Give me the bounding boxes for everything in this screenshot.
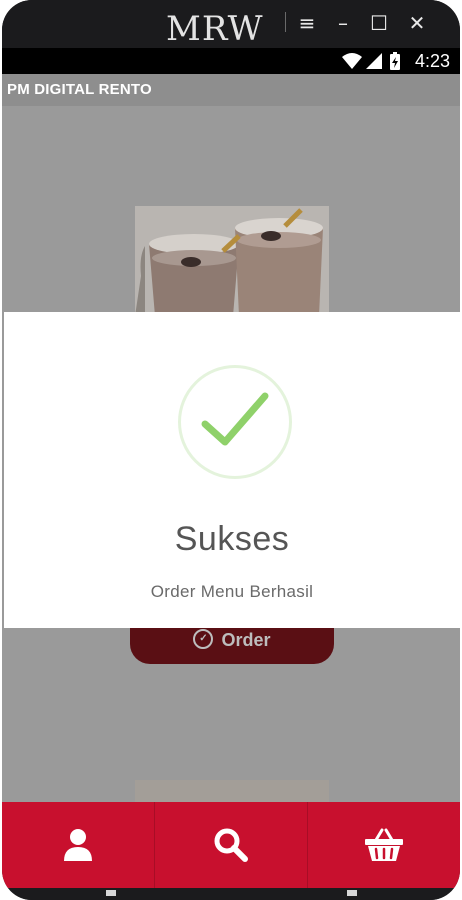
- order-button[interactable]: ✓ Order: [130, 622, 334, 664]
- device-frame: MRW ≡ – ☐ ✕ 4:23 PM DIGITAL RENTO ✓ Orde…: [2, 0, 460, 900]
- dialog-title: Sukses: [174, 520, 290, 558]
- bezel-mark: [106, 890, 116, 896]
- wifi-icon: [342, 53, 362, 69]
- success-circle: [178, 365, 292, 479]
- menu-item-image-2: [135, 780, 329, 802]
- status-bar: 4:23: [2, 48, 460, 74]
- status-time: 4:23: [414, 51, 450, 71]
- emulator-title-bar: MRW ≡ – ☐ ✕: [2, 0, 460, 48]
- success-dialog: Sukses Order Menu Berhasil: [4, 312, 460, 628]
- device-bottom-bezel: [2, 888, 460, 900]
- bottom-navigation: [2, 802, 460, 888]
- battery-charging-icon: [390, 52, 400, 70]
- minimize-button[interactable]: –: [332, 10, 354, 36]
- user-icon: [64, 829, 92, 861]
- nav-search[interactable]: [154, 802, 307, 888]
- app-bar: PM DIGITAL RENTO: [2, 74, 460, 106]
- close-button[interactable]: ✕: [406, 10, 428, 36]
- signal-icon: [366, 53, 382, 69]
- basket-icon: [365, 828, 403, 861]
- maximize-button[interactable]: ☐: [368, 10, 390, 36]
- menu-icon[interactable]: ≡: [296, 10, 318, 36]
- emulator-separator: [285, 12, 286, 32]
- check-icon: [201, 392, 269, 446]
- bezel-mark: [347, 890, 357, 896]
- search-icon: [214, 828, 248, 862]
- emulator-logo: MRW: [166, 9, 264, 49]
- menu-item-image: [135, 206, 329, 316]
- nav-cart[interactable]: [307, 802, 460, 888]
- order-button-label: Order: [221, 630, 271, 650]
- order-icon: ✓: [193, 629, 214, 650]
- nav-profile[interactable]: [2, 802, 154, 888]
- app-title: PM DIGITAL RENTO: [7, 81, 152, 98]
- status-icons: [342, 52, 400, 70]
- dialog-message: Order Menu Berhasil: [150, 582, 314, 601]
